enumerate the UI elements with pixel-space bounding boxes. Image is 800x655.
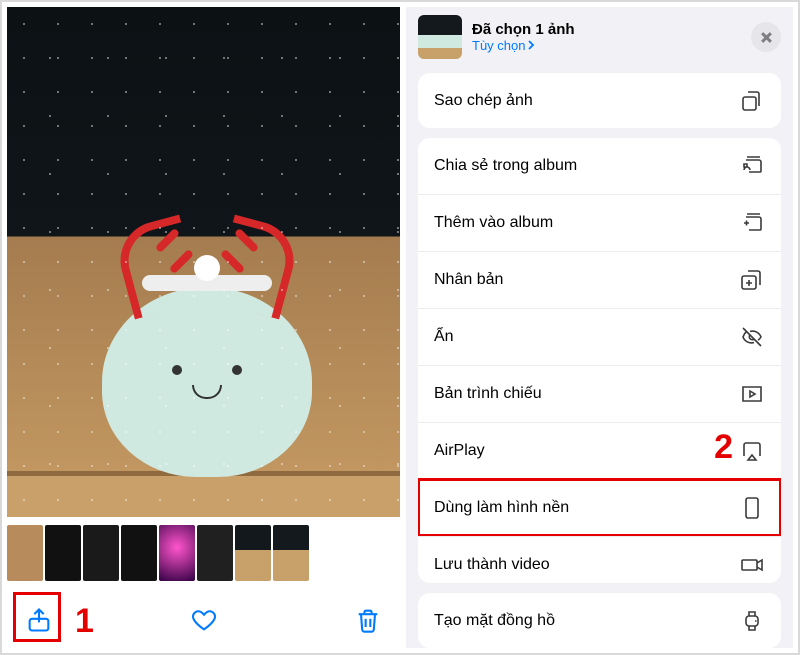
thumbnail-strip[interactable] — [7, 523, 400, 583]
share-sheet: Đã chọn 1 ảnh Tùy chọn Sao chép ảnh Chia … — [406, 7, 793, 648]
thumbnail[interactable] — [7, 525, 43, 581]
heart-icon[interactable] — [190, 606, 218, 634]
thumbnail[interactable] — [45, 525, 81, 581]
action-row[interactable]: Bản trình chiếu — [418, 365, 781, 422]
header-thumbnail — [418, 15, 462, 59]
action-row[interactable]: Sao chép ảnh — [418, 73, 781, 128]
action-list: Sao chép ảnh Chia sẻ trong album Thêm vào … — [406, 73, 793, 648]
action-row[interactable]: Dùng làm hình nền — [418, 479, 781, 536]
bottom-toolbar — [7, 592, 400, 648]
trash-icon[interactable] — [354, 606, 382, 634]
action-label: AirPlay — [434, 442, 739, 460]
action-row[interactable]: Lưu thành video — [418, 536, 781, 583]
action-label: Ẩn — [434, 328, 739, 346]
action-label: Lưu thành video — [434, 556, 739, 574]
thumbnail[interactable] — [197, 525, 233, 581]
watch-icon — [739, 608, 765, 634]
action-group: Tạo mặt đồng hồ — [418, 593, 781, 648]
action-row[interactable]: Thêm vào album — [418, 194, 781, 251]
slideshow-icon — [739, 381, 765, 407]
main-photo[interactable] — [7, 7, 400, 517]
share-icon[interactable] — [25, 606, 53, 634]
thumbnail[interactable] — [83, 525, 119, 581]
action-row[interactable]: Chia sẻ trong album — [418, 138, 781, 194]
thumbnail[interactable] — [273, 525, 309, 581]
action-group: Chia sẻ trong album Thêm vào album Nhân bả… — [418, 138, 781, 583]
hide-icon — [739, 324, 765, 350]
action-row[interactable]: Ẩn — [418, 308, 781, 365]
action-group: Sao chép ảnh — [418, 73, 781, 128]
thumbnail[interactable] — [121, 525, 157, 581]
shared-album-icon — [739, 153, 765, 179]
action-row[interactable]: Tạo mặt đồng hồ — [418, 593, 781, 648]
photos-viewer: 1 — [7, 7, 400, 648]
action-label: Nhân bản — [434, 271, 739, 289]
wallpaper-icon — [739, 495, 765, 521]
action-label: Chia sẻ trong album — [434, 157, 739, 175]
thumbnail-selected[interactable] — [235, 525, 271, 581]
action-label: Bản trình chiếu — [434, 385, 739, 403]
add-album-icon — [739, 210, 765, 236]
options-button[interactable]: Tùy chọn — [472, 38, 741, 53]
duplicate-icon — [739, 267, 765, 293]
options-label: Tùy chọn — [472, 38, 525, 53]
sheet-header: Đã chọn 1 ảnh Tùy chọn — [406, 7, 793, 73]
video-icon — [739, 552, 765, 578]
copy-icon — [739, 88, 765, 114]
chevron-right-icon — [527, 38, 535, 53]
sheet-title: Đã chọn 1 ảnh — [472, 21, 741, 38]
thumbnail[interactable] — [159, 525, 195, 581]
action-row[interactable]: AirPlay — [418, 422, 781, 479]
action-row[interactable]: Nhân bản — [418, 251, 781, 308]
airplay-icon — [739, 438, 765, 464]
action-label: Thêm vào album — [434, 214, 739, 232]
tutorial-frame: 1 Đã chọn 1 ảnh Tùy chọn Sao chép ảnh Chi… — [0, 0, 800, 655]
close-button[interactable] — [751, 22, 781, 52]
action-label: Dùng làm hình nền — [434, 499, 739, 517]
action-label: Tạo mặt đồng hồ — [434, 612, 739, 630]
action-label: Sao chép ảnh — [434, 92, 739, 110]
